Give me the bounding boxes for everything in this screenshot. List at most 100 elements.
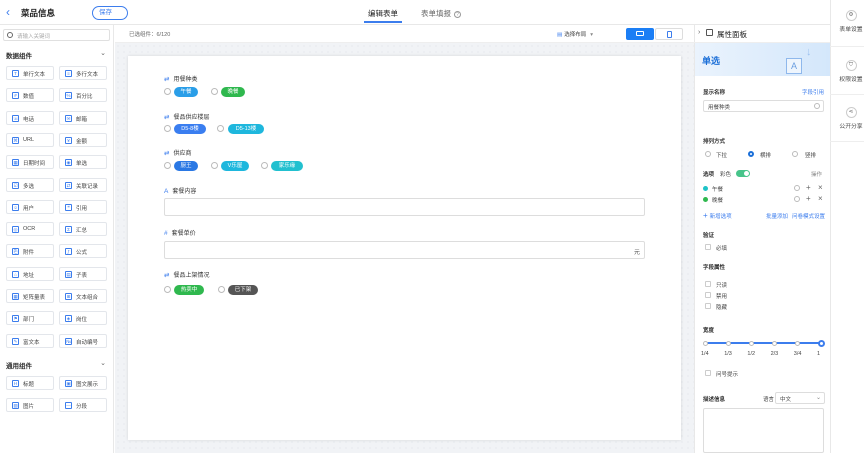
component-label: 分段	[76, 404, 88, 411]
component-icon: %	[65, 92, 72, 100]
component-item[interactable]: ▦ 矩阵量表	[6, 289, 54, 303]
close-icon[interactable]: ×	[818, 194, 823, 203]
component-item[interactable]: T 单行文本	[6, 66, 54, 80]
component-icon: T	[12, 70, 19, 77]
chevron-down-icon: ⌄	[100, 360, 106, 367]
radio-status-1[interactable]	[164, 286, 171, 293]
language-select[interactable]: 中文 ⌄	[775, 392, 825, 404]
mobile-view-button[interactable]	[655, 28, 683, 40]
component-item[interactable]: ☏ 电话	[6, 110, 54, 125]
save-button[interactable]: 保存	[92, 6, 128, 20]
back-arrow-icon[interactable]: ‹	[6, 5, 16, 19]
component-item[interactable]: ▨ 图片	[6, 398, 54, 413]
permission-settings-button[interactable]: ⛉ 权限设置	[834, 60, 864, 83]
layout-select[interactable]: ▤ 选择布局 ▾	[557, 30, 593, 38]
component-item[interactable]: ¥ 金额	[59, 132, 107, 147]
hidden-checkbox[interactable]	[705, 303, 711, 309]
component-item[interactable]: ◉ 单选	[59, 155, 107, 170]
radio-status-2[interactable]	[218, 286, 225, 293]
field-label-content: A 套餐内容	[164, 186, 196, 195]
component-item[interactable]: — 分段	[59, 398, 107, 413]
component-item[interactable]: ⌂ 地址	[6, 266, 54, 281]
component-icon: ≡	[65, 70, 72, 77]
component-item[interactable]: H 标题	[6, 376, 54, 390]
component-icon: ⇄	[65, 181, 72, 189]
radio-dinner[interactable]	[211, 88, 218, 95]
width-slider-stop[interactable]	[725, 341, 731, 346]
field-ref-link[interactable]: 字段引用	[802, 88, 824, 96]
radio-floor-2[interactable]	[217, 125, 224, 132]
description-textarea[interactable]	[703, 408, 824, 453]
option-color-lunch[interactable]	[703, 186, 708, 191]
public-share-button[interactable]: ⋖ 公开分享	[834, 107, 864, 130]
section-data-components[interactable]: 数据组件 ⌄	[6, 50, 110, 60]
batch-add-link[interactable]: 批量添加	[766, 212, 788, 220]
hint-checkbox[interactable]	[705, 370, 711, 376]
tab-edit-form[interactable]: 编辑表单	[368, 8, 398, 19]
component-item[interactable]: ❝ 引用	[59, 199, 107, 214]
component-item[interactable]: ▤ 子表	[59, 266, 107, 281]
section-general-components[interactable]: 通用组件 ⌄	[6, 360, 110, 370]
component-item[interactable]: ƒ 公式	[59, 244, 107, 259]
component-item[interactable]: ✎ 富文本	[6, 333, 54, 348]
component-item[interactable]: ⊞ 文本组合	[59, 289, 107, 303]
component-item[interactable]: # 数值	[6, 88, 54, 103]
component-item[interactable]: ≡ 多行文本	[59, 66, 107, 80]
clear-icon[interactable]	[814, 103, 820, 109]
option-pill-supplier-2: V乐屋	[221, 161, 249, 171]
desktop-view-button[interactable]	[626, 28, 654, 40]
component-item[interactable]: ⚑ 部门	[6, 311, 54, 326]
width-slider[interactable]	[705, 342, 821, 344]
radio-supplier-2[interactable]	[211, 162, 218, 169]
component-item[interactable]: ✉ 邮箱	[59, 110, 107, 125]
questionnaire-setting-link[interactable]: 问卷模式设置	[792, 212, 825, 220]
component-item[interactable]: ◎ OCR	[6, 222, 54, 237]
display-name-input[interactable]: 用餐种类	[703, 100, 824, 112]
component-item[interactable]: ▣ 图文展示	[59, 376, 107, 390]
close-icon[interactable]: ×	[818, 183, 823, 192]
save-label: 保存	[99, 9, 112, 16]
readonly-checkbox[interactable]	[705, 281, 711, 287]
component-search-input[interactable]: 请输入关键词	[3, 29, 110, 41]
width-slider-stop[interactable]	[748, 341, 754, 346]
component-label: 地址	[23, 272, 35, 279]
tab-form-fill[interactable]: 表单填报?	[421, 8, 461, 19]
disabled-checkbox[interactable]	[705, 292, 711, 298]
field-type: 单选	[702, 56, 721, 66]
width-tick-label: 1/4	[701, 351, 709, 357]
add-icon[interactable]: +	[806, 183, 811, 192]
arrange-dropdown-radio[interactable]	[705, 151, 711, 157]
component-item[interactable]: ☺ 用户	[6, 199, 54, 214]
help-icon[interactable]: ?	[454, 10, 461, 18]
arrange-vertical-radio[interactable]	[792, 151, 798, 157]
component-item[interactable]: ☑ 多选	[6, 177, 54, 192]
component-item[interactable]: ⇄ 关联记录	[59, 177, 107, 192]
arrange-horizontal-radio[interactable]	[748, 151, 754, 157]
required-checkbox[interactable]	[705, 244, 711, 250]
add-icon[interactable]: +	[806, 194, 811, 203]
component-item[interactable]: Σ 汇总	[59, 222, 107, 237]
form-settings-button[interactable]: ⚙ 表单设置	[834, 10, 864, 33]
width-slider-stop[interactable]	[817, 340, 825, 347]
radio-lunch[interactable]	[164, 88, 171, 95]
width-slider-stop[interactable]	[702, 341, 708, 346]
panel-icon	[706, 29, 713, 36]
content-input[interactable]	[164, 198, 645, 216]
color-toggle[interactable]	[736, 170, 750, 177]
component-item[interactable]: ▦ 日期时间	[6, 155, 54, 170]
component-item[interactable]: ⌘ URL	[6, 132, 54, 147]
component-item[interactable]: % 百分比	[59, 88, 107, 103]
chevron-right-icon[interactable]: ›	[698, 29, 700, 36]
price-input[interactable]: 元	[164, 241, 645, 259]
option-lunch-default[interactable]	[794, 185, 800, 191]
option-dinner-default[interactable]	[794, 196, 800, 202]
radio-floor-1[interactable]	[164, 125, 171, 132]
component-item[interactable]: ◈ 岗位	[59, 311, 107, 326]
option-color-dinner[interactable]	[703, 197, 708, 202]
arrange-horizontal-label: 横排	[760, 153, 772, 159]
add-option-link[interactable]: + 新增选项	[703, 211, 732, 220]
radio-supplier-3[interactable]	[261, 162, 268, 169]
radio-supplier-1[interactable]	[164, 162, 171, 169]
component-item[interactable]: № 自动编号	[59, 333, 107, 348]
component-item[interactable]: ⎘ 附件	[6, 244, 54, 259]
